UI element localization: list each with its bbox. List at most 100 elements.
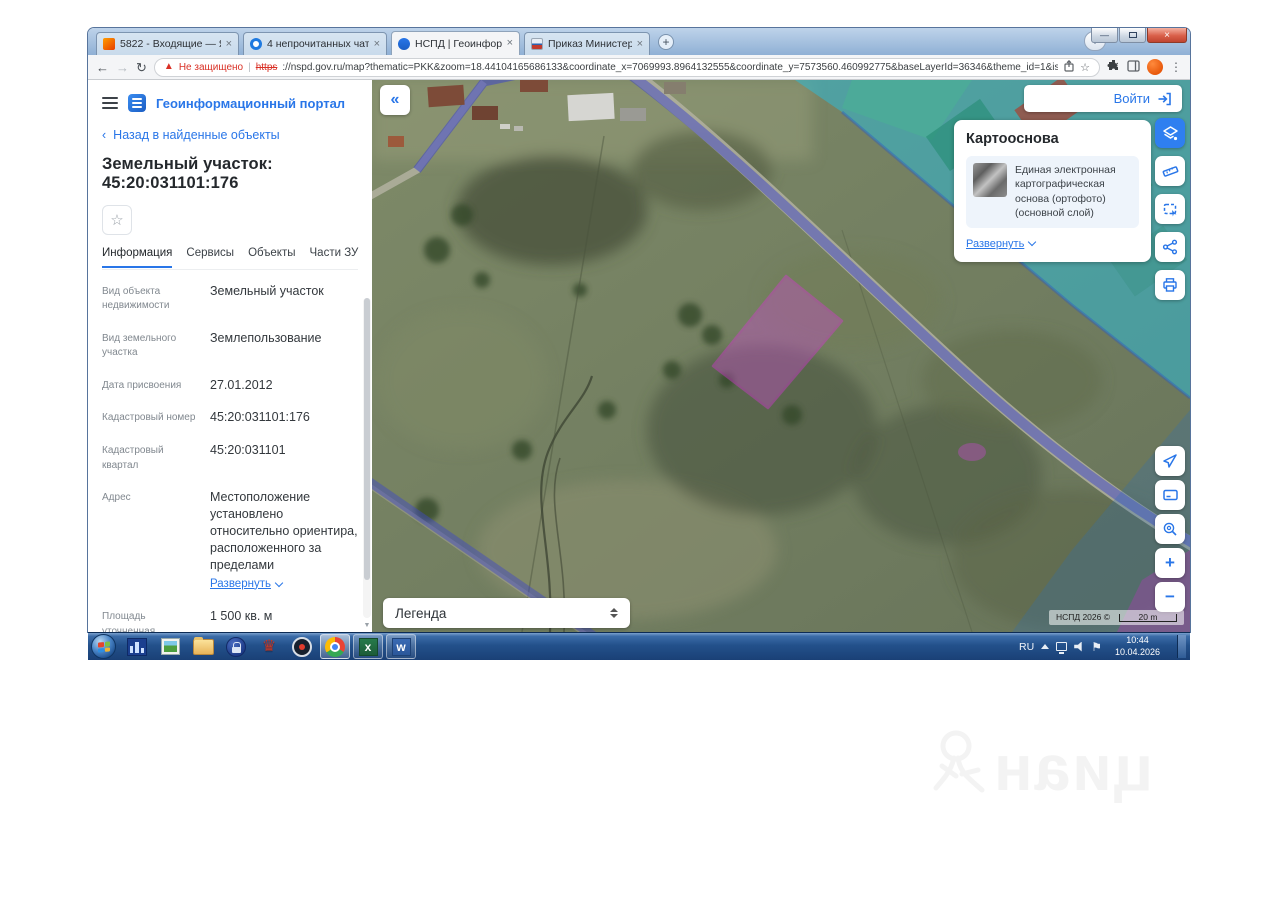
browser-tab-1[interactable]: 5822 - Входящие — Яндекс По × bbox=[96, 32, 239, 55]
taskbar-lock-app[interactable] bbox=[221, 634, 251, 659]
tab-parcel-parts[interactable]: Части ЗУ bbox=[310, 247, 359, 268]
taskbar-chart-app[interactable] bbox=[122, 634, 152, 659]
basemap-layer-name: Единая электронная картографическая осно… bbox=[1015, 164, 1116, 220]
tray-time: 10:44 bbox=[1126, 635, 1149, 646]
geolocation-button[interactable] bbox=[1155, 446, 1185, 476]
taskbar-chrome[interactable] bbox=[320, 634, 350, 659]
address-bar[interactable]: ▲ Не защищено | https ://nspd.gov.ru/map… bbox=[153, 57, 1100, 77]
back-link-label: Назад в найденные объекты bbox=[113, 128, 280, 142]
area-select-button[interactable] bbox=[1155, 194, 1185, 224]
tray-date: 10.04.2026 bbox=[1114, 646, 1160, 657]
scrollbar-down-arrow[interactable]: ▼ bbox=[362, 620, 372, 632]
map-attribution: НСПД 2026 © 20 m bbox=[1048, 610, 1184, 625]
parcel-fields: Вид объекта недвижимости Земельный участо… bbox=[102, 274, 358, 633]
field-value: Земельный участок bbox=[210, 283, 324, 298]
area-select-icon bbox=[1163, 203, 1176, 216]
reload-icon[interactable]: ↻ bbox=[136, 61, 147, 74]
login-button[interactable]: Войти bbox=[1024, 85, 1182, 112]
login-arrow-icon bbox=[1158, 92, 1171, 105]
minstroy-favicon bbox=[531, 38, 543, 50]
geolocation-icon bbox=[1163, 454, 1177, 468]
hidden-icons-arrow[interactable] bbox=[1041, 644, 1050, 649]
legend-bar[interactable]: Легенда bbox=[383, 598, 630, 628]
back-to-results-link[interactable]: ‹ Назад в найденные объекты bbox=[102, 128, 358, 142]
taskbar-recorder-app[interactable] bbox=[287, 634, 317, 659]
basemap-panel: Картооснова Единая электронная картограф… bbox=[954, 120, 1151, 262]
layers-edit-button[interactable] bbox=[1155, 118, 1185, 148]
zoom-out-button[interactable]: − bbox=[1155, 582, 1185, 612]
back-chevron-icon: ‹ bbox=[102, 128, 107, 142]
action-center-flag-icon[interactable]: ⚑ bbox=[1091, 641, 1102, 653]
map-viewport[interactable]: « Войти Картооснова Единая электронная к… bbox=[372, 80, 1190, 632]
expand-collapse-icon bbox=[610, 608, 618, 618]
tab-title: НСПД | Геоинформационный п bbox=[415, 37, 502, 50]
taskbar-explorer[interactable] bbox=[188, 634, 218, 659]
taskbar-excel[interactable]: x bbox=[353, 634, 383, 659]
scale-bar: 20 m bbox=[1119, 613, 1177, 622]
menu-hamburger-icon[interactable] bbox=[102, 97, 118, 109]
sidebar-scrollbar[interactable] bbox=[363, 298, 371, 618]
minimap-button[interactable] bbox=[1155, 480, 1185, 510]
profile-avatar[interactable] bbox=[1147, 59, 1163, 75]
back-icon[interactable]: ← bbox=[96, 61, 109, 74]
start-button[interactable] bbox=[91, 634, 116, 659]
field-row: Кадастровый номер 45:20:031101:176 bbox=[102, 401, 358, 434]
map-tools-top bbox=[1155, 118, 1185, 300]
network-icon[interactable] bbox=[1056, 642, 1068, 654]
taskbar-word[interactable]: w bbox=[386, 634, 416, 659]
parcel-title: Земельный участок: 45:20:031101:176 bbox=[102, 155, 273, 192]
chat-favicon bbox=[250, 38, 262, 50]
tab-close-icon[interactable]: × bbox=[374, 38, 380, 50]
field-row: Кадастровый квартал 45:20:031101 bbox=[102, 434, 358, 481]
url-scheme-struck: https bbox=[255, 61, 278, 73]
field-value: Местоположение установлено относительно … bbox=[210, 489, 358, 592]
tab-close-icon[interactable]: × bbox=[637, 38, 643, 50]
browser-tab-2[interactable]: 4 непрочитанных чата × bbox=[243, 32, 387, 55]
volume-icon[interactable] bbox=[1074, 641, 1082, 652]
bookmark-star-icon[interactable]: ☆ bbox=[1080, 61, 1090, 74]
field-label: Кадастровый квартал bbox=[102, 445, 164, 471]
extensions-puzzle-icon[interactable] bbox=[1107, 59, 1120, 75]
tab-close-icon[interactable]: × bbox=[226, 38, 232, 50]
zoom-in-button[interactable]: + bbox=[1155, 548, 1185, 578]
forward-icon[interactable]: → bbox=[116, 61, 129, 74]
show-desktop-button[interactable] bbox=[1177, 635, 1186, 658]
measure-ruler-button[interactable] bbox=[1155, 156, 1185, 186]
portal-logo bbox=[128, 94, 146, 112]
search-coordinates-button[interactable] bbox=[1155, 514, 1185, 544]
browser-tab-4[interactable]: Приказ Министерства строите × bbox=[524, 32, 650, 55]
field-label: Вид земельного участка bbox=[102, 332, 177, 359]
side-panel-icon[interactable] bbox=[1127, 59, 1140, 75]
minimize-button[interactable]: — bbox=[1091, 28, 1118, 43]
print-button[interactable] bbox=[1155, 270, 1185, 300]
share-icon[interactable] bbox=[1063, 59, 1075, 75]
tab-information[interactable]: Информация bbox=[102, 247, 173, 268]
ruler-icon bbox=[1162, 165, 1178, 177]
browser-tab-3-active[interactable]: НСПД | Геоинформационный п × bbox=[391, 31, 520, 55]
basemap-expand-link[interactable]: Развернуть bbox=[966, 238, 1037, 250]
tab-objects[interactable]: Объекты bbox=[248, 247, 295, 268]
parcel-info-sidebar: Геоинформационный портал ‹ Назад в найде… bbox=[88, 80, 372, 632]
basemap-title: Картооснова bbox=[966, 131, 1059, 147]
chart-app-icon bbox=[127, 637, 147, 656]
record-app-icon bbox=[292, 636, 312, 657]
language-indicator[interactable]: RU bbox=[1019, 641, 1034, 653]
taskbar-image-app[interactable] bbox=[155, 634, 185, 659]
tab-services[interactable]: Сервисы bbox=[186, 247, 234, 268]
excel-icon: x bbox=[358, 637, 378, 656]
share-map-button[interactable] bbox=[1155, 232, 1185, 262]
new-tab-button[interactable]: + bbox=[658, 34, 674, 50]
favorite-star-button[interactable]: ☆ bbox=[102, 205, 132, 235]
sidebar-collapse-button[interactable]: « bbox=[380, 85, 410, 115]
restore-button[interactable] bbox=[1119, 28, 1146, 43]
tab-close-icon[interactable]: × bbox=[507, 38, 513, 49]
scrollbar-thumb[interactable] bbox=[364, 298, 370, 580]
browser-menu-icon[interactable]: ⋮ bbox=[1170, 60, 1182, 74]
clock[interactable]: 10:44 10.04.2026 bbox=[1109, 635, 1166, 658]
windows-taskbar: ♛ x w RU ⚑ 10:44 10.04.2026 bbox=[88, 632, 1190, 660]
close-button[interactable]: × bbox=[1147, 28, 1187, 43]
address-expand-link[interactable]: Развернуть bbox=[210, 577, 284, 593]
page: 5822 - Входящие — Яндекс По × 4 непрочит… bbox=[0, 0, 1280, 905]
taskbar-crown-app[interactable]: ♛ bbox=[254, 634, 284, 659]
basemap-layer-item[interactable]: Единая электронная картографическая осно… bbox=[966, 156, 1139, 228]
